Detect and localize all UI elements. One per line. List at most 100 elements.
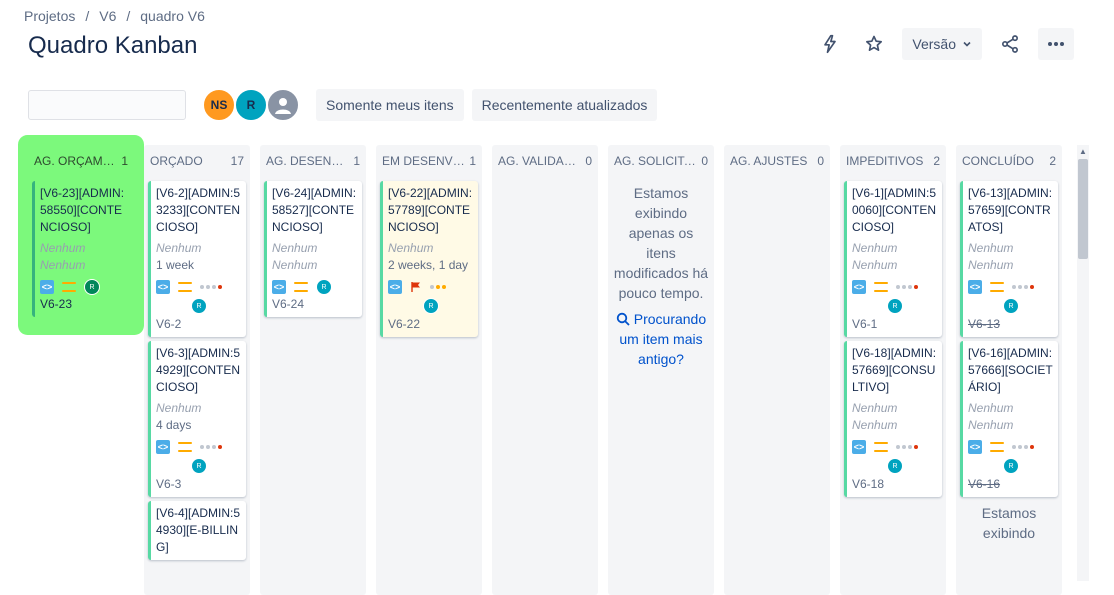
issue-card[interactable]: [V6-18][ADMIN:57669][CONSULTIVO] Nenhum …: [844, 341, 942, 497]
card-field: Nenhum: [852, 258, 898, 272]
issue-card[interactable]: [V6-24][ADMIN:58527][CONTENCIOSO] Nenhum…: [264, 181, 362, 317]
assignee-avatar: R: [84, 279, 100, 295]
card-key[interactable]: V6-2: [156, 316, 242, 333]
story-icon: <>: [388, 280, 402, 294]
card-estimate: 1 week: [156, 258, 195, 272]
board-toolbar: NS R Somente meus itens Recentemente atu…: [0, 88, 658, 122]
column-impeditivos: IMPEDITIVOS 2 [V6-1][ADMIN:50060][CONTEN…: [840, 145, 946, 595]
issue-card[interactable]: [V6-2][ADMIN:53233][CONTENCIOSO] Nenhum …: [148, 181, 246, 337]
scroll-up-icon[interactable]: ▲: [1079, 147, 1087, 156]
column-ag-orcamento: AG. ORÇAMENTO 1 [V6-23][ADMIN:58550][CON…: [28, 145, 134, 325]
column-count: 0: [585, 154, 592, 168]
filter-my-items-button[interactable]: Somente meus itens: [316, 89, 464, 121]
card-key[interactable]: V6-16: [968, 476, 1054, 493]
card-title: [V6-3][ADMIN:54929][CONTENCIOSO]: [156, 346, 241, 394]
column-ag-solicitante: AG. SOLICITANTE 0 Estamos exibindo apena…: [608, 145, 714, 595]
column-header[interactable]: AG. ORÇAMENTO 1: [28, 145, 134, 177]
star-button[interactable]: [858, 28, 890, 60]
older-items-link[interactable]: Procurando um item mais antigo?: [608, 303, 714, 369]
priority-medium-icon: [990, 282, 1004, 292]
issue-card[interactable]: [V6-4][ADMIN:54930][E-BILLING]: [148, 501, 246, 560]
older-items-link-text: Procurando um item mais antigo?: [619, 311, 707, 367]
scrollbar-thumb[interactable]: [1078, 159, 1088, 259]
page-title: Quadro Kanban: [28, 32, 198, 59]
issue-card[interactable]: [V6-16][ADMIN:57666][SOCIETÁRIO] Nenhum …: [960, 341, 1058, 497]
card-icons: <>: [852, 280, 938, 294]
column-header[interactable]: AG. VALIDAÇÃO 0: [492, 145, 598, 177]
column-count: 2: [1049, 154, 1056, 168]
card-title: [V6-23][ADMIN:58550][CONTENCIOSO]: [40, 186, 125, 234]
breadcrumb-separator: /: [85, 8, 90, 24]
progress-dots-icon: [430, 285, 446, 289]
issue-card-flagged[interactable]: [V6-22][ADMIN:57789][CONTENCIOSO] Nenhum…: [380, 181, 478, 337]
priority-medium-icon: [990, 442, 1004, 452]
card-field: Nenhum: [968, 418, 1014, 432]
issue-card[interactable]: [V6-1][ADMIN:50060][CONTENCIOSO] Nenhum …: [844, 181, 942, 337]
search-input[interactable]: [0, 96, 177, 114]
card-title: [V6-24][ADMIN:58527][CONTENCIOSO]: [272, 186, 357, 234]
breadcrumb-board-link[interactable]: quadro V6: [140, 8, 205, 24]
column-name: EM DESENVOLVIMENTO: [382, 154, 465, 168]
column-header[interactable]: ORÇADO 17: [144, 145, 250, 177]
share-button[interactable]: [994, 28, 1026, 60]
card-key[interactable]: V6-23: [40, 296, 126, 313]
card-title: [V6-18][ADMIN:57669][CONSULTIVO]: [852, 346, 937, 394]
priority-medium-icon: [178, 442, 192, 452]
card-field: Nenhum: [156, 241, 202, 255]
card-field: Nenhum: [968, 241, 1014, 255]
card-field: Nenhum: [852, 241, 898, 255]
card-title: [V6-16][ADMIN:57666][SOCIETÁRIO]: [968, 346, 1053, 394]
avatar[interactable]: R: [234, 88, 268, 122]
story-icon: <>: [968, 280, 982, 294]
version-label: Versão: [912, 36, 956, 52]
card-key[interactable]: V6-3: [156, 476, 242, 493]
assignee-avatar: R: [887, 298, 903, 314]
vertical-scrollbar[interactable]: ▲: [1077, 145, 1089, 581]
column-header[interactable]: CONCLUÍDO 2: [956, 145, 1062, 177]
issue-card[interactable]: [V6-13][ADMIN:57659][CONTRATOS] Nenhum N…: [960, 181, 1058, 337]
assignee-avatar: R: [423, 298, 439, 314]
card-key[interactable]: V6-18: [852, 476, 938, 493]
column-count: 1: [469, 154, 476, 168]
more-actions-button[interactable]: [1038, 28, 1074, 60]
column-count: 2: [933, 154, 940, 168]
story-icon: <>: [156, 440, 170, 454]
card-key[interactable]: V6-1: [852, 316, 938, 333]
column-header[interactable]: EM DESENVOLVIMENTO 1: [376, 145, 482, 177]
avatar[interactable]: NS: [202, 88, 236, 122]
card-icons: <>: [968, 280, 1054, 294]
assignee-avatar: R: [887, 458, 903, 474]
column-name: AG. ORÇAMENTO: [34, 154, 117, 168]
issue-card[interactable]: [V6-3][ADMIN:54929][CONTENCIOSO] Nenhum …: [148, 341, 246, 497]
card-key[interactable]: V6-22: [388, 316, 474, 333]
story-icon: <>: [852, 280, 866, 294]
column-count: 0: [817, 154, 824, 168]
filter-recently-updated-button[interactable]: Recentemente atualizados: [471, 89, 658, 121]
card-title: [V6-2][ADMIN:53233][CONTENCIOSO]: [156, 186, 241, 234]
version-dropdown[interactable]: Versão: [902, 28, 982, 60]
story-icon: <>: [156, 280, 170, 294]
avatar-unassigned[interactable]: [266, 88, 300, 122]
automation-button[interactable]: [814, 28, 846, 60]
column-ag-validacao: AG. VALIDAÇÃO 0: [492, 145, 598, 595]
search-icon: [616, 312, 630, 326]
card-field: Nenhum: [388, 241, 434, 255]
column-ag-desenvolvimento: AG. DESENVOLVIMENTO 1 [V6-24][ADMIN:5852…: [260, 145, 366, 595]
column-header[interactable]: AG. SOLICITANTE 0: [608, 145, 714, 177]
card-field: Nenhum: [272, 241, 318, 255]
issue-card[interactable]: [V6-23][ADMIN:58550][CONTENCIOSO] Nenhum…: [32, 181, 130, 317]
column-name: IMPEDITIVOS: [846, 154, 924, 168]
column-name: CONCLUÍDO: [962, 154, 1035, 168]
card-title: [V6-1][ADMIN:50060][CONTENCIOSO]: [852, 186, 937, 234]
card-key[interactable]: V6-13: [968, 316, 1054, 333]
column-header[interactable]: AG. DESENVOLVIMENTO 1: [260, 145, 366, 177]
column-header[interactable]: IMPEDITIVOS 2: [840, 145, 946, 177]
breadcrumb-project-link[interactable]: V6: [99, 8, 116, 24]
breadcrumb-projects-link[interactable]: Projetos: [24, 8, 75, 24]
card-title: [V6-4][ADMIN:54930][E-BILLING]: [156, 506, 241, 554]
column-header[interactable]: AG. AJUSTES 0: [724, 145, 830, 177]
priority-medium-icon: [178, 282, 192, 292]
card-key[interactable]: V6-24: [272, 296, 358, 313]
progress-dots-icon: [896, 285, 918, 289]
header-actions: Versão: [814, 28, 1074, 60]
